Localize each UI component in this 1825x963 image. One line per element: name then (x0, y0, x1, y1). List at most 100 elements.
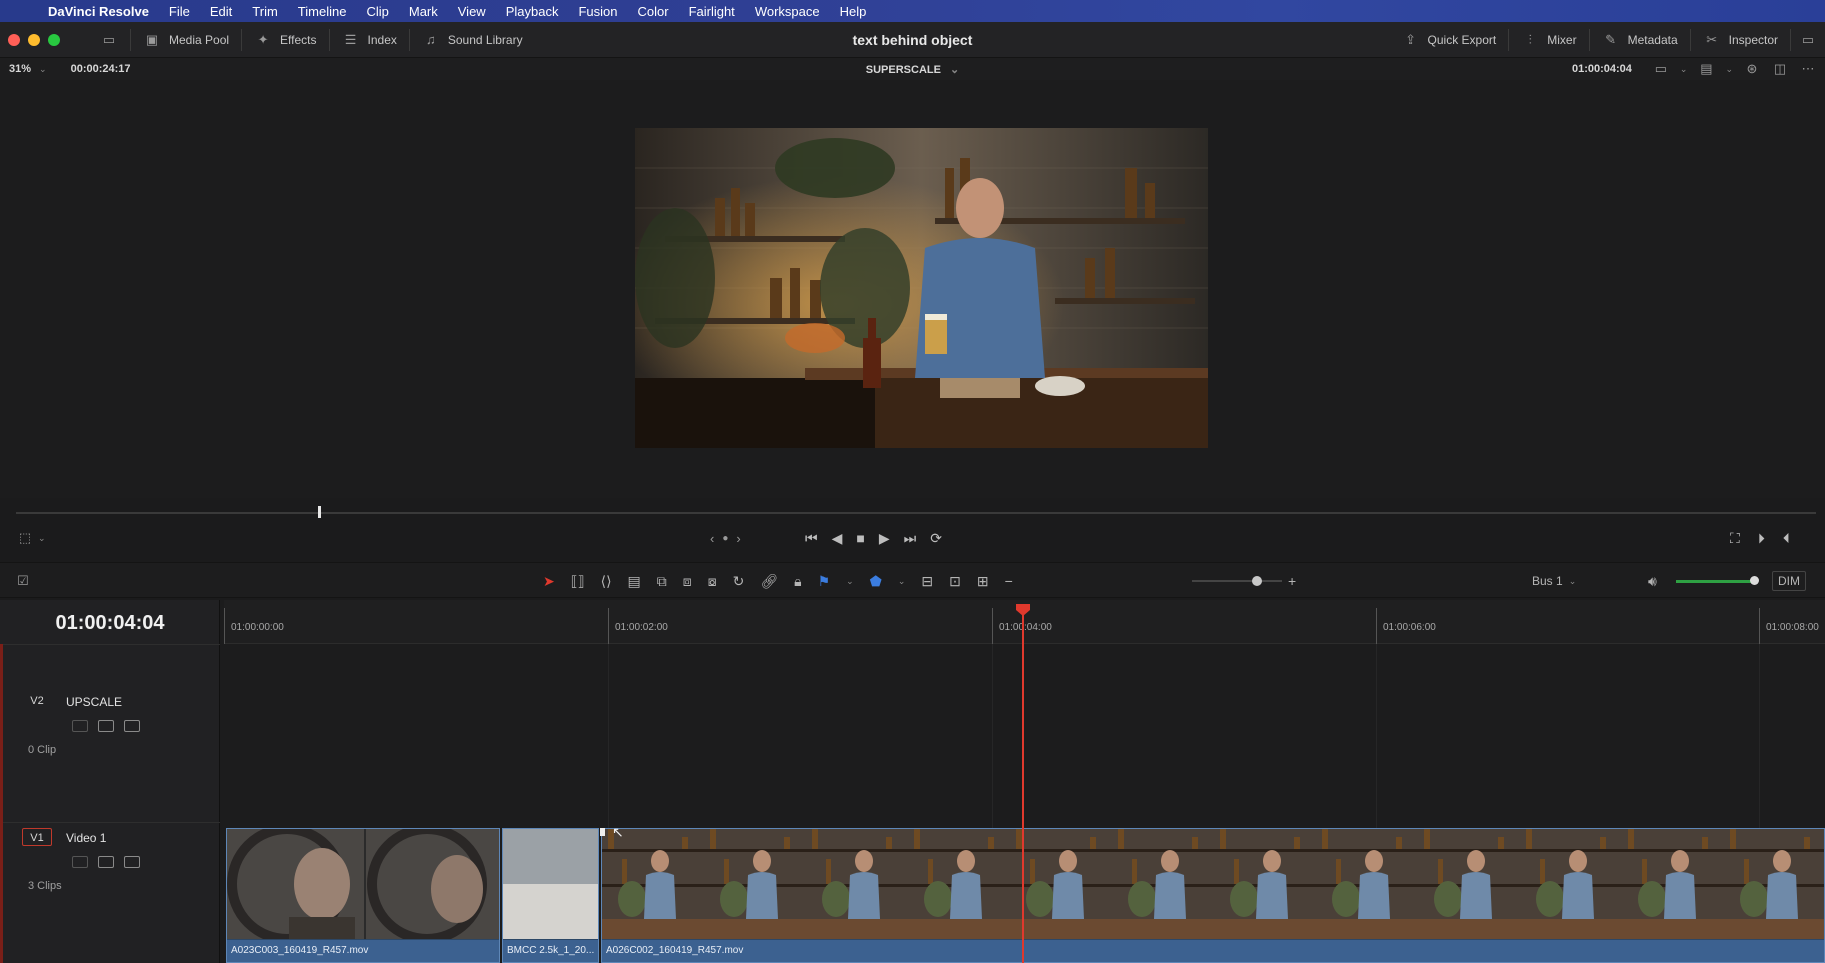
metadata-button[interactable]: ✎ Metadata (1590, 22, 1690, 58)
viewer-scrub-bar[interactable] (16, 512, 1816, 514)
play-reverse-icon[interactable]: ◀ (832, 530, 843, 547)
menu-color[interactable]: Color (637, 4, 668, 19)
zoom-detail-icon[interactable]: ⊡ (949, 573, 961, 590)
replace-clip-icon[interactable]: ⧇ (708, 573, 717, 590)
track-header-v1[interactable]: V1 Video 1 3 Clips (0, 826, 218, 963)
volume-slider[interactable] (1676, 563, 1759, 599)
dual-viewer-icon[interactable]: ◫ (1771, 62, 1789, 76)
effects-button[interactable]: ✦ Effects (242, 22, 328, 58)
lock-track-icon[interactable] (72, 856, 88, 868)
auto-select-icon[interactable] (98, 720, 114, 732)
timeline-clip-3[interactable]: A026C002_160419_R457.mov (601, 828, 1825, 963)
zoom-in-icon[interactable]: + (1288, 563, 1296, 599)
chevron-down-icon[interactable]: ⌄ (950, 64, 959, 76)
stop-icon[interactable]: ■ (856, 530, 864, 546)
zoom-slider-track[interactable] (1192, 576, 1282, 586)
next-edit-icon[interactable]: ⏵ (1758, 530, 1765, 547)
more-options-icon[interactable]: ⋯ (1799, 62, 1817, 76)
zoom-window-button[interactable] (48, 33, 60, 46)
menu-view[interactable]: View (458, 4, 486, 19)
menu-clip[interactable]: Clip (366, 4, 388, 19)
go-to-start-icon[interactable]: ⏮ (805, 530, 818, 547)
volume-slider-knob[interactable] (1750, 575, 1759, 585)
menu-help[interactable]: Help (840, 4, 867, 19)
monitor-icon[interactable]: ▭ (100, 32, 118, 47)
viewer-scrub-handle[interactable] (318, 506, 321, 518)
zoom-slider-knob[interactable] (1252, 576, 1262, 586)
go-to-end-icon[interactable]: ⏭ (904, 530, 917, 547)
disable-track-icon[interactable] (124, 856, 140, 868)
prev-edit-icon[interactable]: ⏴ (1783, 530, 1790, 547)
timeline-clip-2[interactable]: BMCC 2.5k_1_20... (502, 828, 599, 963)
track-name-v1[interactable]: Video 1 (66, 831, 106, 845)
audio-bus-select[interactable]: Bus 1 ⌄ (1532, 563, 1576, 599)
auto-select-icon[interactable] (98, 856, 114, 868)
video-frame[interactable] (635, 128, 1208, 448)
index-button[interactable]: ☰ Index (330, 22, 409, 58)
inspector-button[interactable]: ✂ Inspector (1691, 22, 1790, 58)
track-header-v2[interactable]: V2 UPSCALE 0 Clip (0, 688, 218, 818)
lock-track-icon[interactable] (72, 720, 88, 732)
jog-dot-icon[interactable]: ● (722, 533, 728, 544)
playhead-line[interactable] (1022, 608, 1024, 963)
track-name-v2[interactable]: UPSCALE (66, 695, 122, 709)
dim-button[interactable]: DIM (1772, 563, 1806, 599)
menu-edit[interactable]: Edit (210, 4, 232, 19)
menu-workspace[interactable]: Workspace (755, 4, 820, 19)
menu-timeline[interactable]: Timeline (298, 4, 347, 19)
jog-left-icon[interactable]: ‹ (710, 531, 714, 546)
menu-file[interactable]: File (169, 4, 190, 19)
source-viewer[interactable] (0, 80, 1825, 498)
dynamic-trim-icon[interactable]: ⟨⟩ (601, 573, 612, 590)
speaker-icon[interactable]: 🔊︎ (1648, 563, 1657, 599)
menu-fairlight[interactable]: Fairlight (689, 4, 735, 19)
menu-playback[interactable]: Playback (506, 4, 559, 19)
loop-icon[interactable]: ⟳ (930, 530, 942, 547)
fullscreen-monitor-icon[interactable]: ▭ (1799, 33, 1817, 47)
timeline-zoom-slider[interactable] (1192, 563, 1282, 599)
menu-fusion[interactable]: Fusion (578, 4, 617, 19)
disable-track-icon[interactable] (124, 720, 140, 732)
color-picker-icon[interactable]: ⊛ (1743, 62, 1761, 76)
track-id-v2[interactable]: V2 (22, 692, 52, 710)
blade-tool-icon[interactable]: ▤ (628, 573, 641, 590)
quick-export-button[interactable]: ⇪ Quick Export (1390, 22, 1509, 58)
chevron-down-icon[interactable]: ⌄ (38, 533, 46, 544)
chevron-down-icon[interactable]: ⌄ (1725, 64, 1733, 75)
menu-mark[interactable]: Mark (409, 4, 438, 19)
close-window-button[interactable] (8, 33, 20, 46)
menu-app-name[interactable]: DaVinci Resolve (48, 4, 149, 19)
zoom-custom-icon[interactable]: ⊞ (977, 573, 989, 590)
zoom-full-icon[interactable]: ⊟ (921, 573, 933, 590)
insert-clip-icon[interactable]: ⧉ (657, 573, 667, 590)
trim-tool-icon[interactable]: ⟦⟧ (571, 573, 585, 590)
linked-selection-icon[interactable]: 🔗︎ (760, 573, 778, 590)
timeline-clip-1[interactable]: A023C003_160419_R457.mov (226, 828, 500, 963)
viewer-clip-name[interactable]: SUPERSCALE (866, 64, 941, 76)
flag-icon[interactable]: ⚑ (818, 573, 831, 590)
marker-icon[interactable]: ⬟ (870, 573, 882, 590)
position-lock-icon[interactable]: 🔒︎ (794, 573, 801, 590)
overwrite-clip-icon[interactable]: ⧈ (683, 573, 692, 590)
edit-point-handle[interactable] (600, 828, 605, 836)
output-monitor-icon[interactable]: ▤ (1697, 62, 1715, 76)
play-icon[interactable]: ▶ (879, 530, 890, 547)
snapping-icon[interactable]: ↻ (733, 573, 745, 590)
mixer-button[interactable]: ⫶ Mixer (1509, 22, 1588, 58)
viewer-options-icon[interactable]: ▭ (1652, 62, 1670, 76)
chevron-down-icon[interactable]: ⌄ (898, 576, 906, 587)
zoom-out-icon[interactable]: − (1005, 573, 1013, 589)
volume-slider-track[interactable] (1676, 575, 1759, 585)
match-frame-icon[interactable]: ⛶ (1730, 530, 1740, 547)
chevron-down-icon[interactable]: ⌄ (1680, 64, 1688, 75)
sound-library-button[interactable]: ♫ Sound Library (410, 22, 535, 58)
selection-tool-icon[interactable]: ➤ (543, 573, 555, 590)
minimize-window-button[interactable] (28, 33, 40, 46)
timeline-options-icon[interactable]: ☑ (14, 574, 32, 588)
track-id-v1[interactable]: V1 (22, 828, 52, 846)
media-pool-button[interactable]: ▣ Media Pool (131, 22, 241, 58)
jog-control[interactable]: ‹ ● › (710, 524, 741, 552)
chevron-down-icon[interactable]: ⌄ (846, 576, 854, 587)
menu-trim[interactable]: Trim (252, 4, 278, 19)
jog-right-icon[interactable]: › (736, 531, 740, 546)
